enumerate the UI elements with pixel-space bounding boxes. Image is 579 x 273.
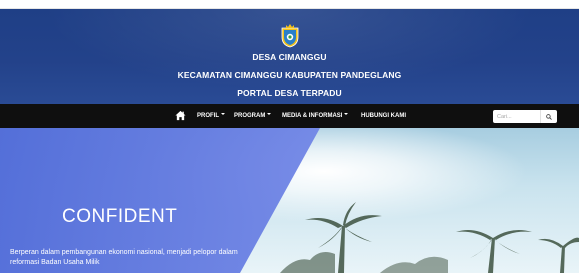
nav-item-media-informasi[interactable]: MEDIA & INFORMASI — [282, 104, 349, 128]
hero-description: Berperan dalam pembangunan ekonomi nasio… — [10, 249, 238, 266]
home-icon[interactable] — [175, 110, 186, 121]
village-name: DESA CIMANGGU — [252, 52, 327, 62]
hero-banner: CONFIDENT Berperan dalam pembangunan eko… — [0, 128, 579, 273]
site-header: DESA CIMANGGU KECAMATAN CIMANGGU KABUPAT… — [0, 9, 579, 104]
search-icon — [546, 113, 552, 120]
regency-crest-icon[interactable] — [280, 22, 300, 48]
search-button[interactable] — [540, 110, 557, 123]
hero-title: CONFIDENT — [62, 206, 178, 227]
chevron-down-icon — [267, 113, 272, 116]
nav-item-hubungi-kami[interactable]: HUBUNGI KAMI — [361, 104, 406, 128]
chevron-down-icon — [221, 113, 225, 116]
nav-item-program[interactable]: PROGRAM — [234, 104, 272, 128]
portal-title: PORTAL DESA TERPADU — [237, 88, 342, 98]
search-box — [493, 110, 557, 123]
nav-item-profil[interactable]: PROFIL — [197, 104, 225, 128]
top-strip — [0, 0, 579, 9]
chevron-down-icon — [344, 113, 349, 116]
district-name: KECAMATAN CIMANGGU KABUPATEN PANDEGLANG — [177, 70, 402, 80]
search-input[interactable] — [493, 111, 541, 122]
